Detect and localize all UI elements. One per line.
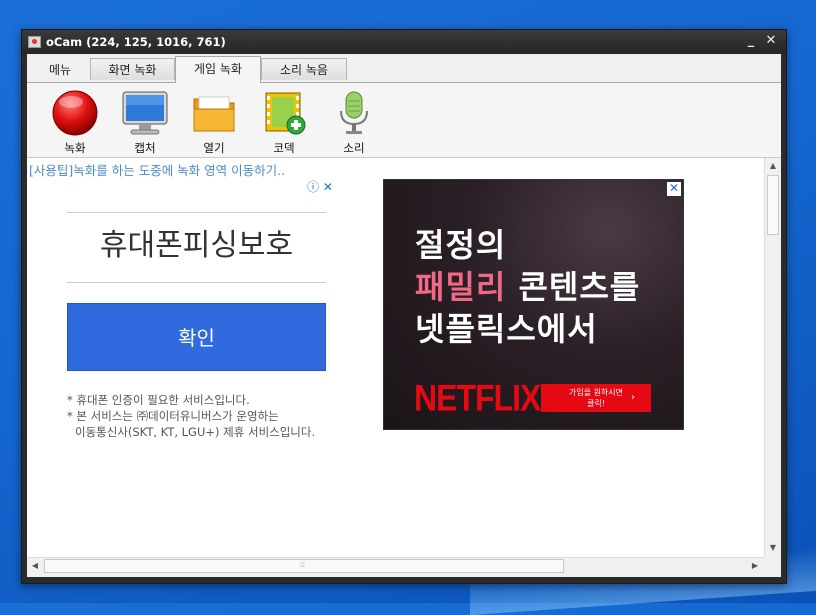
ocam-app-icon	[28, 36, 41, 48]
capture-label: 캡처	[134, 141, 156, 155]
toolbar: 녹화 캡처 열기 코덱 소리	[27, 82, 781, 158]
monitor-icon	[122, 91, 168, 135]
scroll-right-arrow-icon[interactable]: ▶	[747, 558, 763, 574]
netflix-ad-line-2-rest: 콘텐츠를	[506, 268, 641, 306]
ad-divider-bottom	[67, 282, 326, 283]
netflix-logo: NETFLIX	[414, 377, 541, 419]
chevron-right-icon: ›	[631, 392, 635, 403]
netflix-ad-line-1: 절정의	[415, 226, 507, 264]
title-bar[interactable]: oCam (224, 125, 1016, 761) _ ✕	[22, 30, 786, 54]
horizontal-scrollbar[interactable]: ◀ ⦙⦙⦙ ▶	[27, 557, 764, 574]
tab-bar: 메뉴 화면 녹화 게임 녹화 소리 녹음	[27, 54, 781, 83]
sound-label: 소리	[343, 141, 365, 155]
tab-game-record[interactable]: 게임 녹화	[175, 56, 261, 83]
sound-button[interactable]: 소리	[324, 87, 384, 155]
scroll-grip-icon: ⦙⦙⦙	[300, 561, 305, 569]
record-label: 녹화	[64, 141, 86, 155]
vertical-scroll-thumb[interactable]	[767, 175, 779, 235]
record-icon	[52, 90, 98, 136]
ad-note-3: 이동통신사(SKT, KT, LGU+) 제휴 서비스입니다.	[75, 425, 316, 439]
ocam-window: oCam (224, 125, 1016, 761) _ ✕ 메뉴 화면 녹화 …	[21, 29, 787, 584]
client-area: 메뉴 화면 녹화 게임 녹화 소리 녹음 녹화 캡처 열기 코덱 소리 [사용팁…	[27, 54, 781, 577]
confirm-ad-button[interactable]: 확인	[67, 303, 326, 371]
tab-menu[interactable]: 메뉴	[35, 58, 85, 80]
codec-label: 코덱	[273, 141, 295, 155]
codec-button[interactable]: 코덱	[254, 87, 314, 155]
record-button[interactable]: 녹화	[45, 87, 105, 155]
scroll-down-arrow-icon[interactable]: ▼	[765, 540, 781, 556]
ad-note-1: * 휴대폰 인증이 필요한 서비스입니다.	[67, 393, 250, 407]
open-label: 열기	[203, 141, 225, 155]
ad-divider-top	[67, 212, 326, 213]
microphone-icon	[340, 91, 368, 134]
window-title: oCam (224, 125, 1016, 761)	[46, 35, 226, 49]
close-button[interactable]: ✕	[762, 32, 780, 50]
netflix-signup-button[interactable]: 가입을 원하시면 클릭! ›	[541, 384, 651, 412]
ad-info-close-icon[interactable]: ⓘ ✕	[307, 178, 333, 195]
netflix-ad-line-2: 패밀리 콘텐츠를	[415, 262, 640, 308]
content-panel: [사용팁]녹화를 하는 도중에 녹화 영역 이동하기.. ⓘ ✕ 휴대폰피싱보호…	[27, 158, 764, 557]
vertical-scrollbar[interactable]: ▲ ▼	[764, 158, 781, 557]
film-codec-icon	[265, 92, 306, 135]
tab-sound-record[interactable]: 소리 녹음	[261, 58, 347, 80]
ad-close-icon[interactable]: ✕	[667, 182, 681, 196]
scrollbar-corner	[764, 557, 781, 574]
folder-icon	[193, 96, 235, 132]
ad-note-2: * 본 서비스는 ㈜데이터유니버스가 운영하는	[67, 409, 279, 423]
open-button[interactable]: 열기	[184, 87, 244, 155]
netflix-ad-banner[interactable]: ✕ 절정의 패밀리 콘텐츠를 넷플릭스에서 NETFLIX 가입을 원하시면 클…	[383, 179, 684, 430]
scroll-up-arrow-icon[interactable]: ▲	[765, 158, 781, 174]
tab-screen-record[interactable]: 화면 녹화	[90, 58, 175, 80]
phishing-ad-headline[interactable]: 휴대폰피싱보호	[67, 220, 326, 264]
capture-button[interactable]: 캡처	[115, 87, 175, 155]
horizontal-scroll-thumb[interactable]: ⦙⦙⦙	[44, 559, 564, 573]
usage-tip-link[interactable]: [사용팁]녹화를 하는 도중에 녹화 영역 이동하기..	[29, 160, 285, 179]
minimize-button[interactable]: _	[742, 32, 760, 50]
scroll-left-arrow-icon[interactable]: ◀	[27, 558, 43, 574]
netflix-ad-highlight: 패밀리	[415, 268, 507, 306]
netflix-ad-line-3: 넷플릭스에서	[415, 310, 598, 348]
